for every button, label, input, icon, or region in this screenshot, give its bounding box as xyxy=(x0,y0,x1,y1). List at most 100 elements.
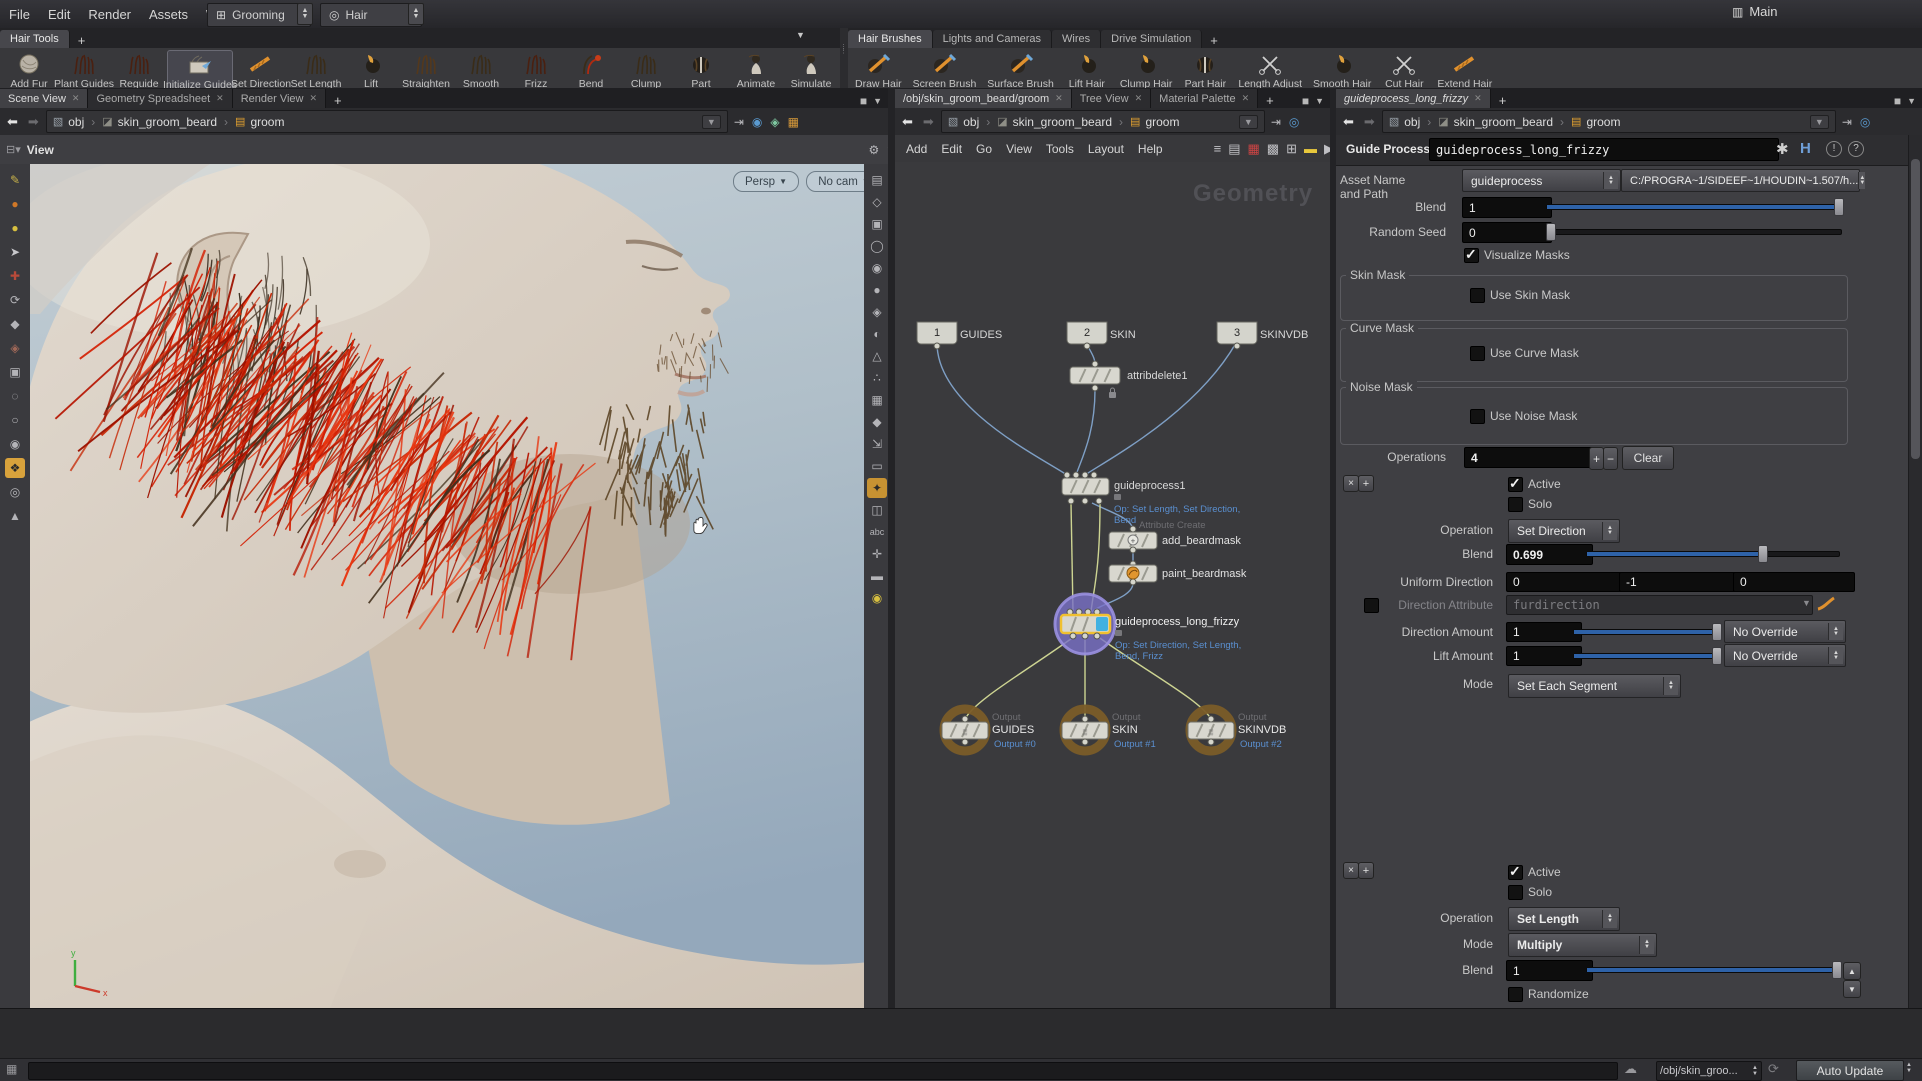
shelf-tool-plant-guides[interactable]: Plant Guides xyxy=(57,50,111,91)
params-scrollbar[interactable] xyxy=(1908,135,1922,1008)
shelf-tool-smooth[interactable]: Smooth xyxy=(454,50,508,91)
scroll-down-button[interactable]: ▼ xyxy=(1843,980,1861,998)
shelf-tool-draw-hair[interactable]: Draw Hair xyxy=(850,50,907,91)
pane-tab-1[interactable]: Tree View✕ xyxy=(1072,89,1151,108)
sticky-icon[interactable]: ▬ xyxy=(867,566,887,586)
layout-icon[interactable]: ▤ xyxy=(867,170,887,190)
network-menu-help[interactable]: Help xyxy=(1131,135,1170,163)
lock-camera-icon[interactable]: ▣ xyxy=(867,214,887,234)
pin-icon[interactable]: ⇥ xyxy=(1269,115,1283,129)
menu-edit[interactable]: Edit xyxy=(39,0,79,28)
gear-icon[interactable]: ✱ xyxy=(1776,140,1789,158)
params-tab[interactable]: guideprocess_long_frizzy✕ xyxy=(1336,89,1491,108)
new-pane-tab-button[interactable]: + xyxy=(1258,93,1282,108)
params-breadcrumb[interactable]: ▧obj›◪skin_groom_beard›▤groom▼ xyxy=(1382,110,1836,133)
grid-icon[interactable]: ▦ xyxy=(867,390,887,410)
operations-remove-button[interactable]: − xyxy=(1603,447,1618,470)
op1-blend-field[interactable]: 0.699 xyxy=(1506,544,1593,565)
desktop-main[interactable]: ▥ Main xyxy=(1732,4,1778,19)
shelf-overflow-arrow[interactable]: ▼ xyxy=(796,30,805,40)
viewport-3d[interactable]: yx xyxy=(30,164,864,1008)
houdini-help-icon[interactable]: H xyxy=(1800,140,1811,157)
pose-icon[interactable]: ◈ xyxy=(5,338,25,358)
lamp-icon[interactable]: ◉ xyxy=(867,588,887,608)
shelf-tool-straighten[interactable]: Straighten xyxy=(399,50,453,91)
back-arrow-icon[interactable]: ⬅ xyxy=(899,114,916,130)
rows-icon[interactable]: ▤ xyxy=(1228,141,1240,157)
back-arrow-icon[interactable]: ⬅ xyxy=(1340,114,1357,130)
desktop-selector[interactable]: ⊞ Grooming xyxy=(207,3,311,27)
op1-direction-amount-slider[interactable] xyxy=(1573,623,1721,639)
menu-render[interactable]: Render xyxy=(79,0,140,28)
new-shelf-tab-button[interactable]: + xyxy=(70,33,94,48)
op2-blend-slider[interactable] xyxy=(1586,961,1840,977)
path-dropdown-icon[interactable]: ▼ xyxy=(1810,115,1829,129)
blend-slider[interactable] xyxy=(1546,198,1842,214)
op1-solo-checkbox[interactable] xyxy=(1508,497,1523,512)
op1-active-checkbox[interactable] xyxy=(1508,477,1523,492)
scrollbar-thumb[interactable] xyxy=(1911,159,1920,459)
op1-delete-button[interactable]: × xyxy=(1343,475,1359,492)
network-menu-layout[interactable]: Layout xyxy=(1081,135,1131,163)
op2-operation-dropdown[interactable]: Set Length▲▼ xyxy=(1508,907,1620,931)
op1-insert-button[interactable]: + xyxy=(1358,475,1374,492)
snap-icon[interactable]: ◆ xyxy=(867,412,887,432)
op1-uniform-z-field[interactable]: 0 xyxy=(1733,572,1855,592)
pane-tab-1[interactable]: Geometry Spreadsheet✕ xyxy=(88,89,232,108)
pane-maximize-icon[interactable]: ■ xyxy=(860,94,867,108)
update-mode-dropdown[interactable]: Auto Update xyxy=(1796,1060,1904,1081)
message-log-icon[interactable]: ▦ xyxy=(6,1062,17,1076)
node-name-field[interactable]: guideprocess_long_frizzy xyxy=(1429,138,1779,161)
use-skin-mask-checkbox[interactable] xyxy=(1470,288,1485,303)
back-arrow-icon[interactable]: ⬅ xyxy=(4,114,21,130)
close-icon[interactable]: ✕ xyxy=(1055,93,1063,104)
clump-brush-icon[interactable]: ◎ xyxy=(5,482,25,502)
new-pane-tab-button[interactable]: + xyxy=(326,93,350,108)
shelf-tab-lights-and-cameras[interactable]: Lights and Cameras xyxy=(933,30,1052,48)
shelf-tool-cut-hair[interactable]: Cut Hair xyxy=(1377,50,1431,91)
comb-brush-icon[interactable]: ❖ xyxy=(5,458,25,478)
network-menu-add[interactable]: Add xyxy=(899,135,934,163)
new-tab-button[interactable]: + xyxy=(1491,93,1515,108)
shelf-tool-set-length[interactable]: Set Length xyxy=(289,50,343,91)
op2-delete-button[interactable]: × xyxy=(1343,862,1359,879)
target-node-icon[interactable]: ◎ xyxy=(1287,115,1301,129)
breadcrumb-item[interactable]: groom xyxy=(250,115,284,129)
use-noise-mask-checkbox[interactable] xyxy=(1470,409,1485,424)
chevron-down-icon[interactable]: ▼ xyxy=(1802,598,1811,608)
pane-tab-2[interactable]: Render View✕ xyxy=(233,89,326,108)
pane-menu-icon[interactable]: ▼ xyxy=(873,96,882,106)
pin-icon[interactable]: ⇥ xyxy=(732,115,746,129)
op1-direction-attr-checkbox[interactable] xyxy=(1364,598,1379,613)
shelf-tool-animate[interactable]: Animate xyxy=(729,50,783,91)
shelf-tool-set-direction[interactable]: Set Direction xyxy=(234,50,288,91)
shelf-tool-part[interactable]: Part xyxy=(674,50,728,91)
close-icon[interactable]: ✕ xyxy=(1135,93,1143,104)
world-icon[interactable]: ◯ xyxy=(867,236,887,256)
op1-lift-amount-slider[interactable] xyxy=(1573,647,1721,663)
pane-tab-2[interactable]: Material Palette✕ xyxy=(1151,89,1258,108)
measure-icon[interactable]: ⇲ xyxy=(867,434,887,454)
op1-direction-amount-field[interactable]: 1 xyxy=(1506,622,1582,642)
pane-menu-icon[interactable]: ▼ xyxy=(1907,96,1916,106)
persp-icon[interactable]: ◇ xyxy=(867,192,887,212)
pane-tab-0[interactable]: Scene View✕ xyxy=(0,89,88,108)
breadcrumb-item[interactable]: groom xyxy=(1586,115,1620,129)
breadcrumb-item[interactable]: skin_groom_beard xyxy=(1454,115,1553,129)
display-options-icon[interactable]: ⚙ xyxy=(869,143,880,157)
mirror-icon[interactable]: ◫ xyxy=(867,500,887,520)
handles-icon[interactable]: ✛ xyxy=(867,544,887,564)
projection-selector[interactable]: Persp▼ xyxy=(733,171,799,192)
op1-blend-slider[interactable] xyxy=(1586,545,1840,561)
shelf-tool-part-hair[interactable]: Part Hair xyxy=(1178,50,1232,91)
breadcrumb-item[interactable]: groom xyxy=(1145,115,1179,129)
magnet-icon[interactable]: ◉ xyxy=(5,434,25,454)
op2-randomize-checkbox[interactable] xyxy=(1508,987,1523,1002)
shelf-tool-clump-hair[interactable]: Clump Hair xyxy=(1115,50,1178,91)
pane-maximize-icon[interactable]: ■ xyxy=(1302,94,1309,108)
breadcrumb-item[interactable]: obj xyxy=(1404,115,1420,129)
desktop-selector-spinner[interactable]: ▲▼ xyxy=(297,3,313,25)
breadcrumb-item[interactable]: obj xyxy=(68,115,84,129)
globe-icon[interactable]: ◉ xyxy=(750,115,764,129)
breadcrumb-item[interactable]: obj xyxy=(963,115,979,129)
